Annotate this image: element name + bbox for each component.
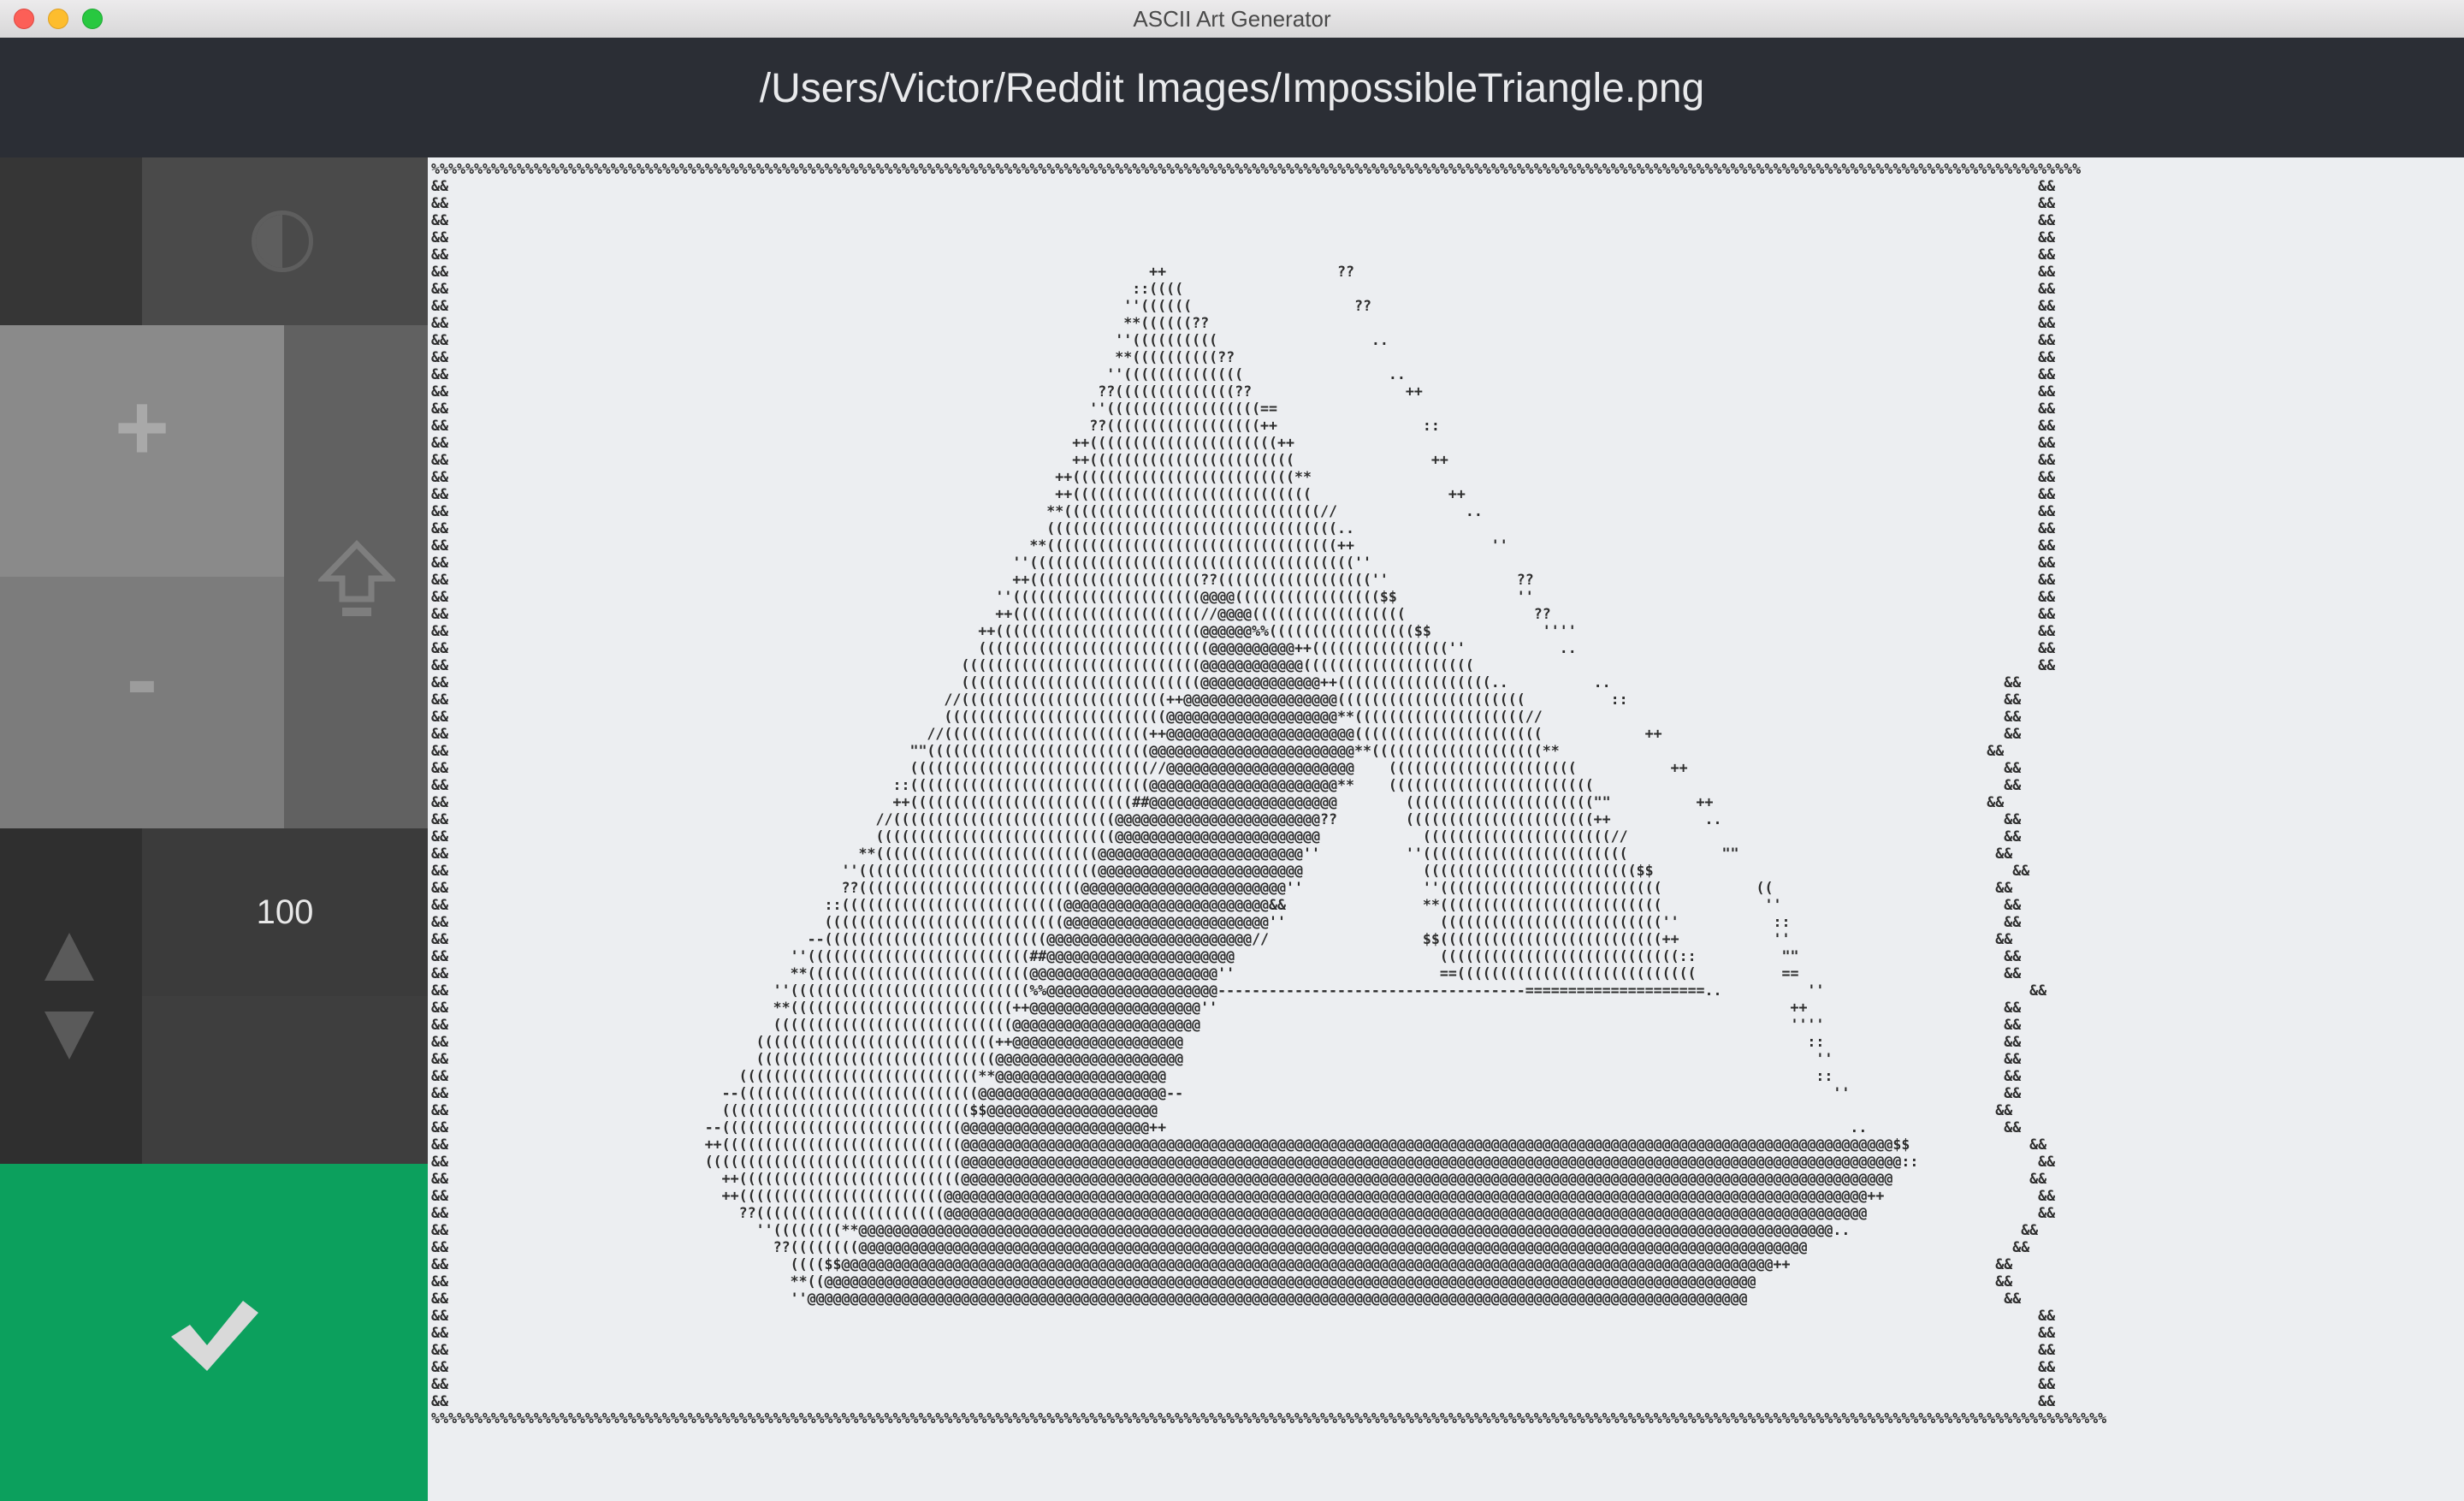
- contrast-icon: [252, 211, 313, 272]
- file-path: /Users/Victor/Reddit Images/ImpossibleTr…: [759, 66, 1705, 111]
- file-path-header: /Users/Victor/Reddit Images/ImpossibleTr…: [0, 38, 2464, 157]
- shift-up-icon: [318, 539, 395, 616]
- shift-button[interactable]: [284, 325, 428, 828]
- value-display: 100: [256, 893, 314, 931]
- checkmark-icon: [171, 1301, 258, 1371]
- triangle-down-icon[interactable]: [43, 1010, 96, 1061]
- window-title: ASCII Art Generator: [1133, 6, 1331, 32]
- ascii-canvas: %%%%%%%%%%%%%%%%%%%%%%%%%%%%%%%%%%%%%%%%…: [428, 157, 2464, 1501]
- contrast-button[interactable]: [142, 157, 428, 325]
- minus-icon: -: [126, 626, 158, 732]
- triangle-up-icon[interactable]: [43, 931, 96, 982]
- ascii-art-output: %%%%%%%%%%%%%%%%%%%%%%%%%%%%%%%%%%%%%%%%…: [431, 161, 2107, 1427]
- blank-tile: [142, 996, 428, 1164]
- increase-button[interactable]: +: [0, 325, 284, 577]
- stepper: [0, 828, 142, 1164]
- title-bar: ASCII Art Generator: [0, 0, 2464, 39]
- decrease-button[interactable]: -: [0, 577, 284, 828]
- control-panel: + - 100: [0, 157, 428, 1501]
- plus-icon: +: [114, 375, 170, 480]
- app-window: ASCII Art Generator /Users/Victor/Reddit…: [0, 0, 2464, 1501]
- value-tile: 100: [142, 828, 428, 996]
- blank-tile: [0, 157, 142, 325]
- confirm-button[interactable]: [0, 1164, 428, 1501]
